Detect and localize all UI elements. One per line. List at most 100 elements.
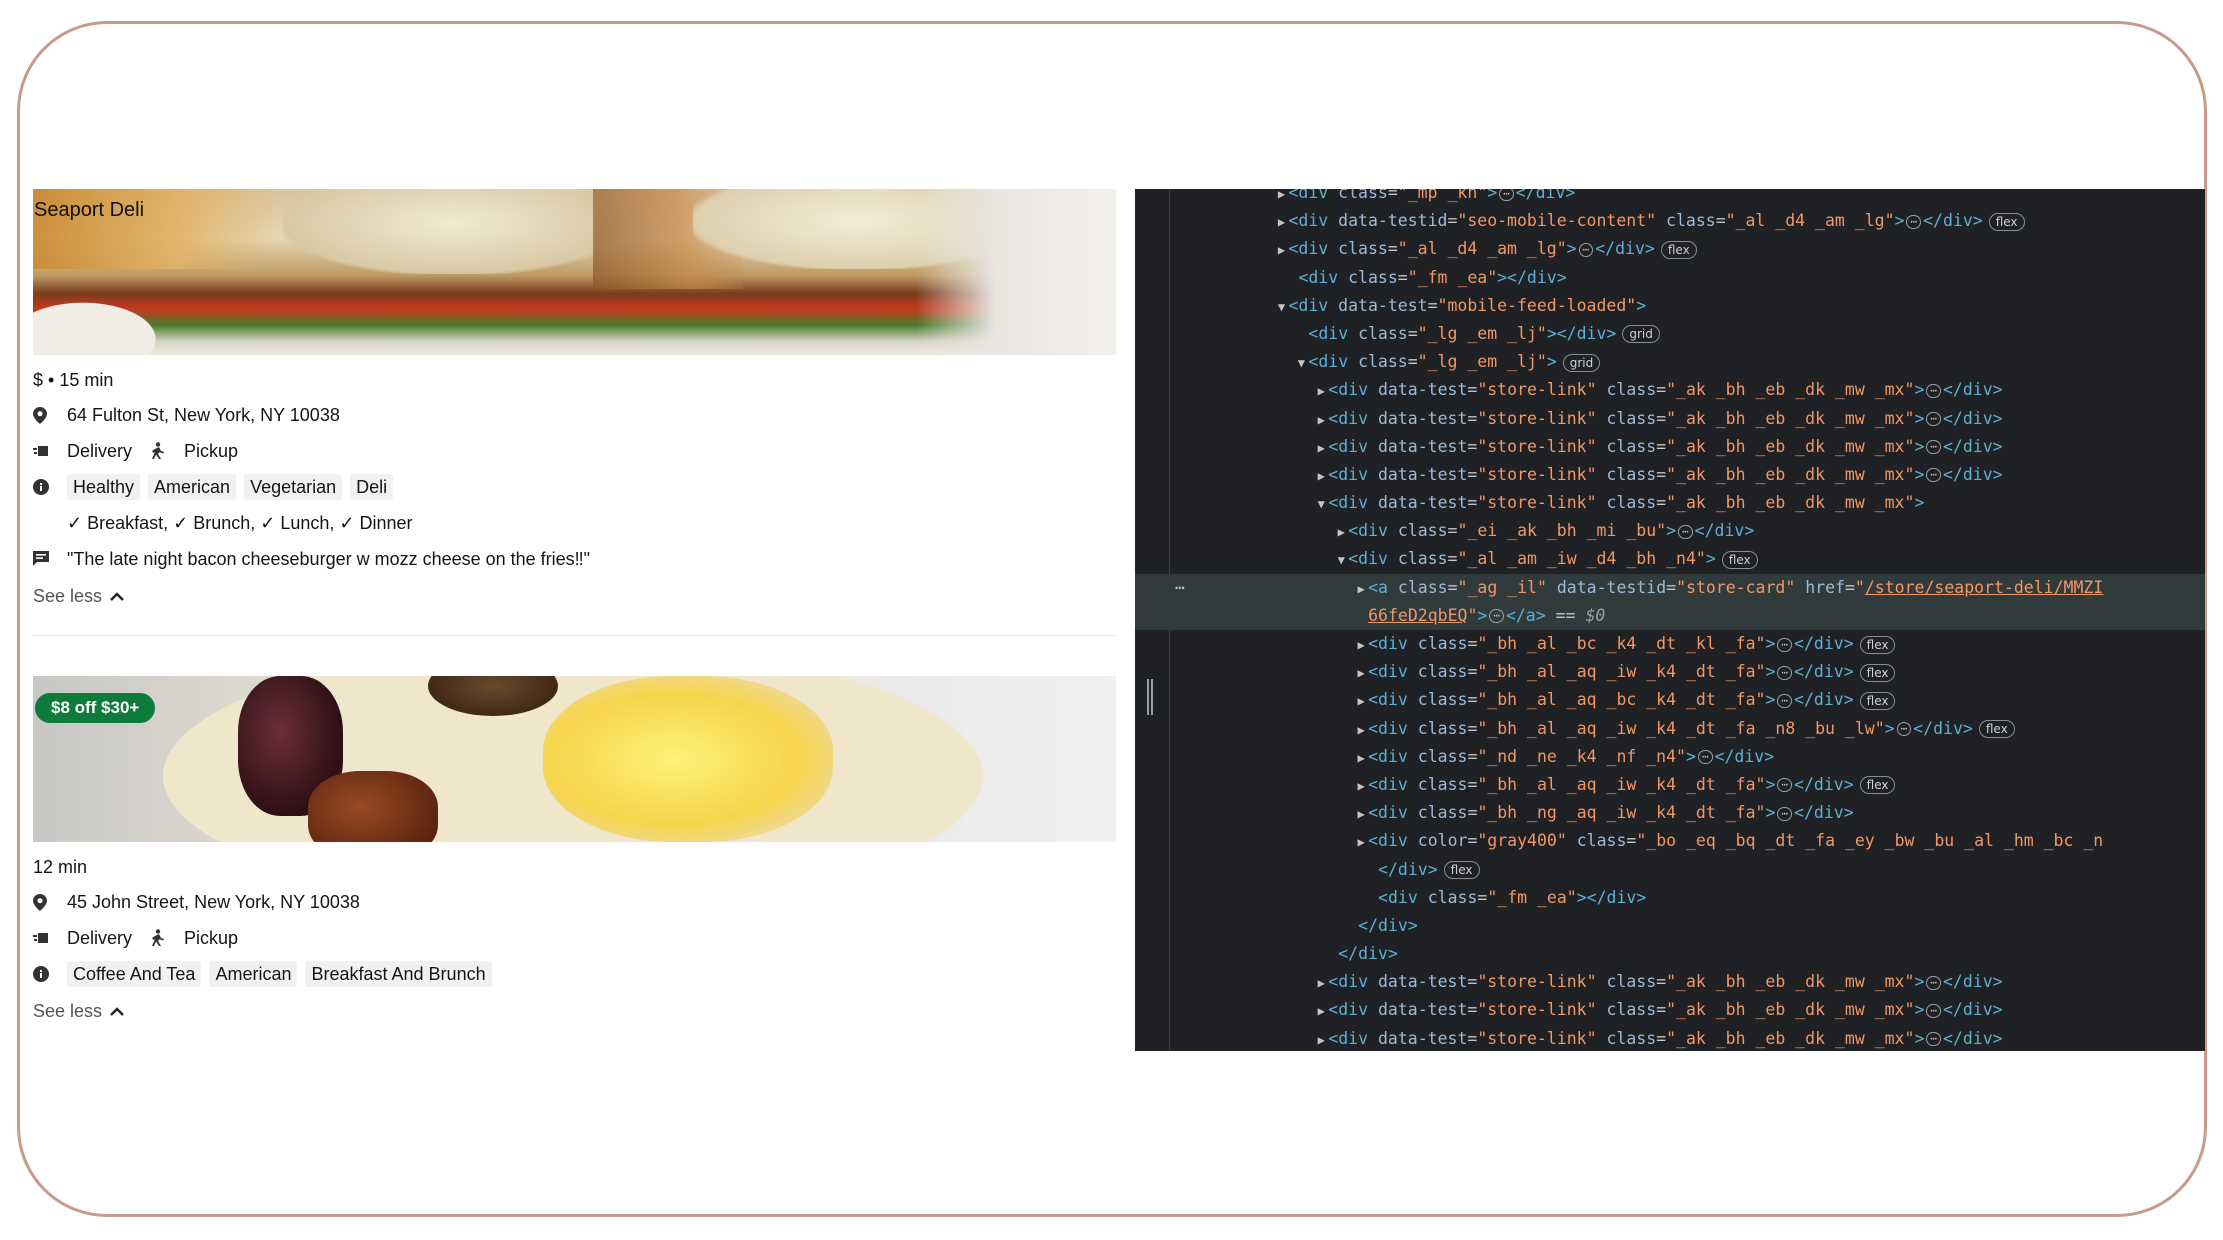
expand-triangle-icon[interactable]: ▶: [1314, 434, 1328, 462]
expand-triangle-icon[interactable]: ▶: [1314, 462, 1328, 490]
expand-triangle-icon[interactable]: ▶: [1354, 659, 1368, 687]
ellipsis-expander[interactable]: ⋯: [1906, 214, 1922, 229]
see-less-toggle[interactable]: See less: [33, 579, 1116, 613]
dom-node-line[interactable]: ▶ <div data-test="store-link" class="_ak …: [1135, 376, 2205, 404]
dom-node-line[interactable]: ▶ <div class="_bh _al _bc _k4 _dt _kl _fa…: [1135, 630, 2205, 658]
code-token: "_bh _al _aq _iw _k4 _dt _fa _n8 _bu _lw…: [1477, 718, 1885, 738]
dom-node-line[interactable]: ▶ <div data-test="store-link" class="_ak …: [1135, 405, 2205, 433]
promo-badge: $8 off $30+: [35, 693, 156, 723]
ellipsis-expander[interactable]: ⋯: [1926, 1032, 1941, 1047]
dom-node-line[interactable]: ▶ <div color="gray400" class="_bo _eq _bq…: [1135, 827, 2205, 855]
ellipsis-expander[interactable]: ⋯: [1896, 722, 1912, 737]
see-less-toggle[interactable]: See less: [33, 994, 1116, 1028]
ellipsis-expander[interactable]: ⋯: [1499, 189, 1514, 201]
flex-badge[interactable]: flex: [1859, 663, 1896, 682]
ellipsis-expander[interactable]: ⋯: [1926, 412, 1941, 426]
dom-node-line[interactable]: ▶ <div data-test="store-link" class="_ak …: [1135, 433, 2205, 461]
expand-triangle-icon[interactable]: ▶: [1354, 716, 1368, 744]
dom-node-line[interactable]: ▶ <div class="_mp _kn"> ⋯ </div>: [1135, 189, 2205, 207]
dom-node-selected[interactable]: ⋯ ▶ <a class="_ag _il" data-testid="store-…: [1135, 573, 2205, 603]
expand-triangle-icon[interactable]: ▶: [1314, 377, 1328, 405]
ellipsis-expander[interactable]: ⋯: [1777, 637, 1793, 652]
expand-triangle-icon[interactable]: ▶: [1334, 518, 1348, 546]
ellipsis-expander[interactable]: ⋯: [1678, 524, 1693, 539]
ellipsis-expander[interactable]: ⋯: [1926, 383, 1941, 398]
store-hero-image[interactable]: $8 off $30+: [33, 676, 1116, 842]
store-card-seaport-deli[interactable]: Seaport Deli $ • 15 min 64 Fulton St, Ne…: [33, 189, 1116, 613]
flex-badge[interactable]: flex: [1859, 776, 1896, 795]
dom-node-line[interactable]: ▶ <div data-test="store-link" class="_ak …: [1135, 968, 2205, 996]
grid-badge[interactable]: grid: [1562, 353, 1601, 372]
dom-node-line[interactable]: ▶ <div class="_bh _al _aq _iw _k4 _dt _fa…: [1135, 771, 2205, 799]
dom-node-line[interactable]: ▶ <div data-test="store-link" class="_ak …: [1135, 461, 2205, 489]
dom-node-line[interactable]: ▶ <div data-test="store-link" class="_ak …: [1135, 996, 2205, 1024]
flex-badge[interactable]: flex: [1859, 691, 1896, 710]
dom-node-line[interactable]: ▶ <div class="_bh _ng _aq _iw _k4 _dt _fa…: [1135, 799, 2205, 827]
ellipsis-expander[interactable]: ⋯: [1489, 609, 1504, 624]
expand-triangle-icon[interactable]: ▶: [1354, 800, 1368, 828]
expand-triangle-icon[interactable]: ▶: [1275, 208, 1289, 236]
expand-triangle-icon[interactable]: ▶: [1354, 687, 1368, 715]
dom-node-line[interactable]: ▶ <div class="_ei _ak _bh _mi _bu"> ⋯ </div…: [1135, 517, 2205, 545]
flex-badge[interactable]: flex: [1721, 550, 1758, 569]
dom-node-line[interactable]: </div>: [1135, 912, 2205, 940]
store-card-second[interactable]: $8 off $30+ 12 min 45 John Street, New Y…: [33, 676, 1116, 1028]
dom-node-line[interactable]: <div class="_fm _ea"></div>: [1135, 264, 2205, 292]
expand-triangle-icon[interactable]: ▶: [1354, 631, 1368, 659]
grid-badge[interactable]: grid: [1622, 325, 1660, 344]
dom-node-line[interactable]: ▶ <div data-testid="seo-mobile-content" c…: [1135, 207, 2205, 235]
flex-badge[interactable]: flex: [1978, 720, 2015, 739]
dom-node-line[interactable]: ▼ <div data-test="mobile-feed-loaded">: [1135, 292, 2205, 320]
expand-triangle-icon[interactable]: ▶: [1354, 744, 1368, 772]
ellipsis-expander[interactable]: ⋯: [1926, 468, 1941, 483]
expand-triangle-icon[interactable]: ▶: [1314, 997, 1328, 1025]
dom-node-line[interactable]: </div> flex: [1135, 856, 2205, 884]
ellipsis-expander[interactable]: ⋯: [1777, 778, 1793, 793]
expand-triangle-icon[interactable]: ▶: [1275, 189, 1289, 208]
flex-badge[interactable]: flex: [1443, 861, 1480, 879]
ellipsis-expander[interactable]: ⋯: [1926, 440, 1941, 455]
dom-node-line[interactable]: </div>: [1135, 940, 2205, 968]
ellipsis-expander[interactable]: ⋯: [1697, 750, 1713, 765]
code-token: =: [1467, 634, 1478, 653]
expand-triangle-icon[interactable]: ▶: [1275, 236, 1289, 264]
more-options-icon[interactable]: ⋯: [1175, 574, 1185, 602]
flex-badge[interactable]: flex: [1660, 240, 1697, 259]
collapse-triangle-icon[interactable]: ▼: [1294, 349, 1308, 377]
dom-node-selected[interactable]: 66feD2qbEQ"> ⋯ </a> == $0: [1135, 601, 2205, 630]
dom-node-line[interactable]: ▼ <div class="_lg _em _lj"> grid: [1135, 348, 2205, 376]
collapse-triangle-icon[interactable]: ▼: [1314, 490, 1328, 518]
ellipsis-expander[interactable]: ⋯: [1777, 665, 1793, 680]
expand-triangle-icon[interactable]: ▶: [1314, 969, 1328, 997]
collapse-triangle-icon[interactable]: ▼: [1275, 293, 1289, 321]
flex-badge[interactable]: flex: [1859, 635, 1896, 654]
dom-node-line[interactable]: ▶ <div class="_al _d4 _am _lg"> ⋯ </div> fle…: [1135, 235, 2205, 263]
expand-triangle-icon[interactable]: ▶: [1354, 772, 1368, 800]
expand-triangle-icon[interactable]: ▶: [1314, 1026, 1328, 1051]
dom-node-line[interactable]: ▶ <div class="_bh _al _aq _iw _k4 _dt _fa…: [1135, 715, 2205, 743]
expand-triangle-icon[interactable]: ▶: [1354, 828, 1368, 856]
collapse-triangle-icon[interactable]: ▼: [1334, 546, 1348, 574]
expand-triangle-icon[interactable]: ▶: [1314, 406, 1328, 434]
ellipsis-expander[interactable]: ⋯: [1777, 806, 1793, 821]
code-token[interactable]: /store/seaport-deli/MMZI: [1865, 578, 2103, 597]
dom-node-line[interactable]: ▼ <div data-test="store-link" class="_ak …: [1135, 489, 2205, 517]
code-token[interactable]: 66feD2qbEQ: [1368, 606, 1467, 625]
ellipsis-expander[interactable]: ⋯: [1578, 242, 1594, 257]
ellipsis-expander[interactable]: ⋯: [1926, 1003, 1941, 1018]
delivery-label: Delivery: [67, 927, 133, 948]
ellipsis-expander[interactable]: ⋯: [1777, 693, 1793, 708]
dom-node-line[interactable]: <div class="_fm _ea"></div>: [1135, 884, 2205, 912]
expand-triangle-icon[interactable]: ▶: [1354, 575, 1368, 603]
dom-node-line[interactable]: <div class="_lg _em _lj"></div> grid: [1135, 320, 2205, 348]
flex-badge[interactable]: flex: [1988, 212, 2025, 231]
code-token: </div>: [1515, 189, 1576, 202]
ellipsis-expander[interactable]: ⋯: [1926, 975, 1941, 990]
dom-node-line[interactable]: ▶ <div class="_nd _ne _k4 _nf _n4"> ⋯ </div…: [1135, 743, 2205, 771]
dom-node-line[interactable]: ▼ <div class="_al _am _iw _d4 _bh _n4"> fl…: [1135, 545, 2205, 573]
dom-node-line[interactable]: ▶ <div class="_bh _al _aq _iw _k4 _dt _fa…: [1135, 658, 2205, 686]
dom-node-line[interactable]: ▶ <div data-test="store-link" class="_ak …: [1135, 1025, 2205, 1051]
code-token: >: [1914, 408, 1925, 428]
dom-node-line[interactable]: ▶ <div class="_bh _al _aq _bc _k4 _dt _fa…: [1135, 686, 2205, 714]
store-hero-image[interactable]: Seaport Deli: [33, 189, 1116, 355]
